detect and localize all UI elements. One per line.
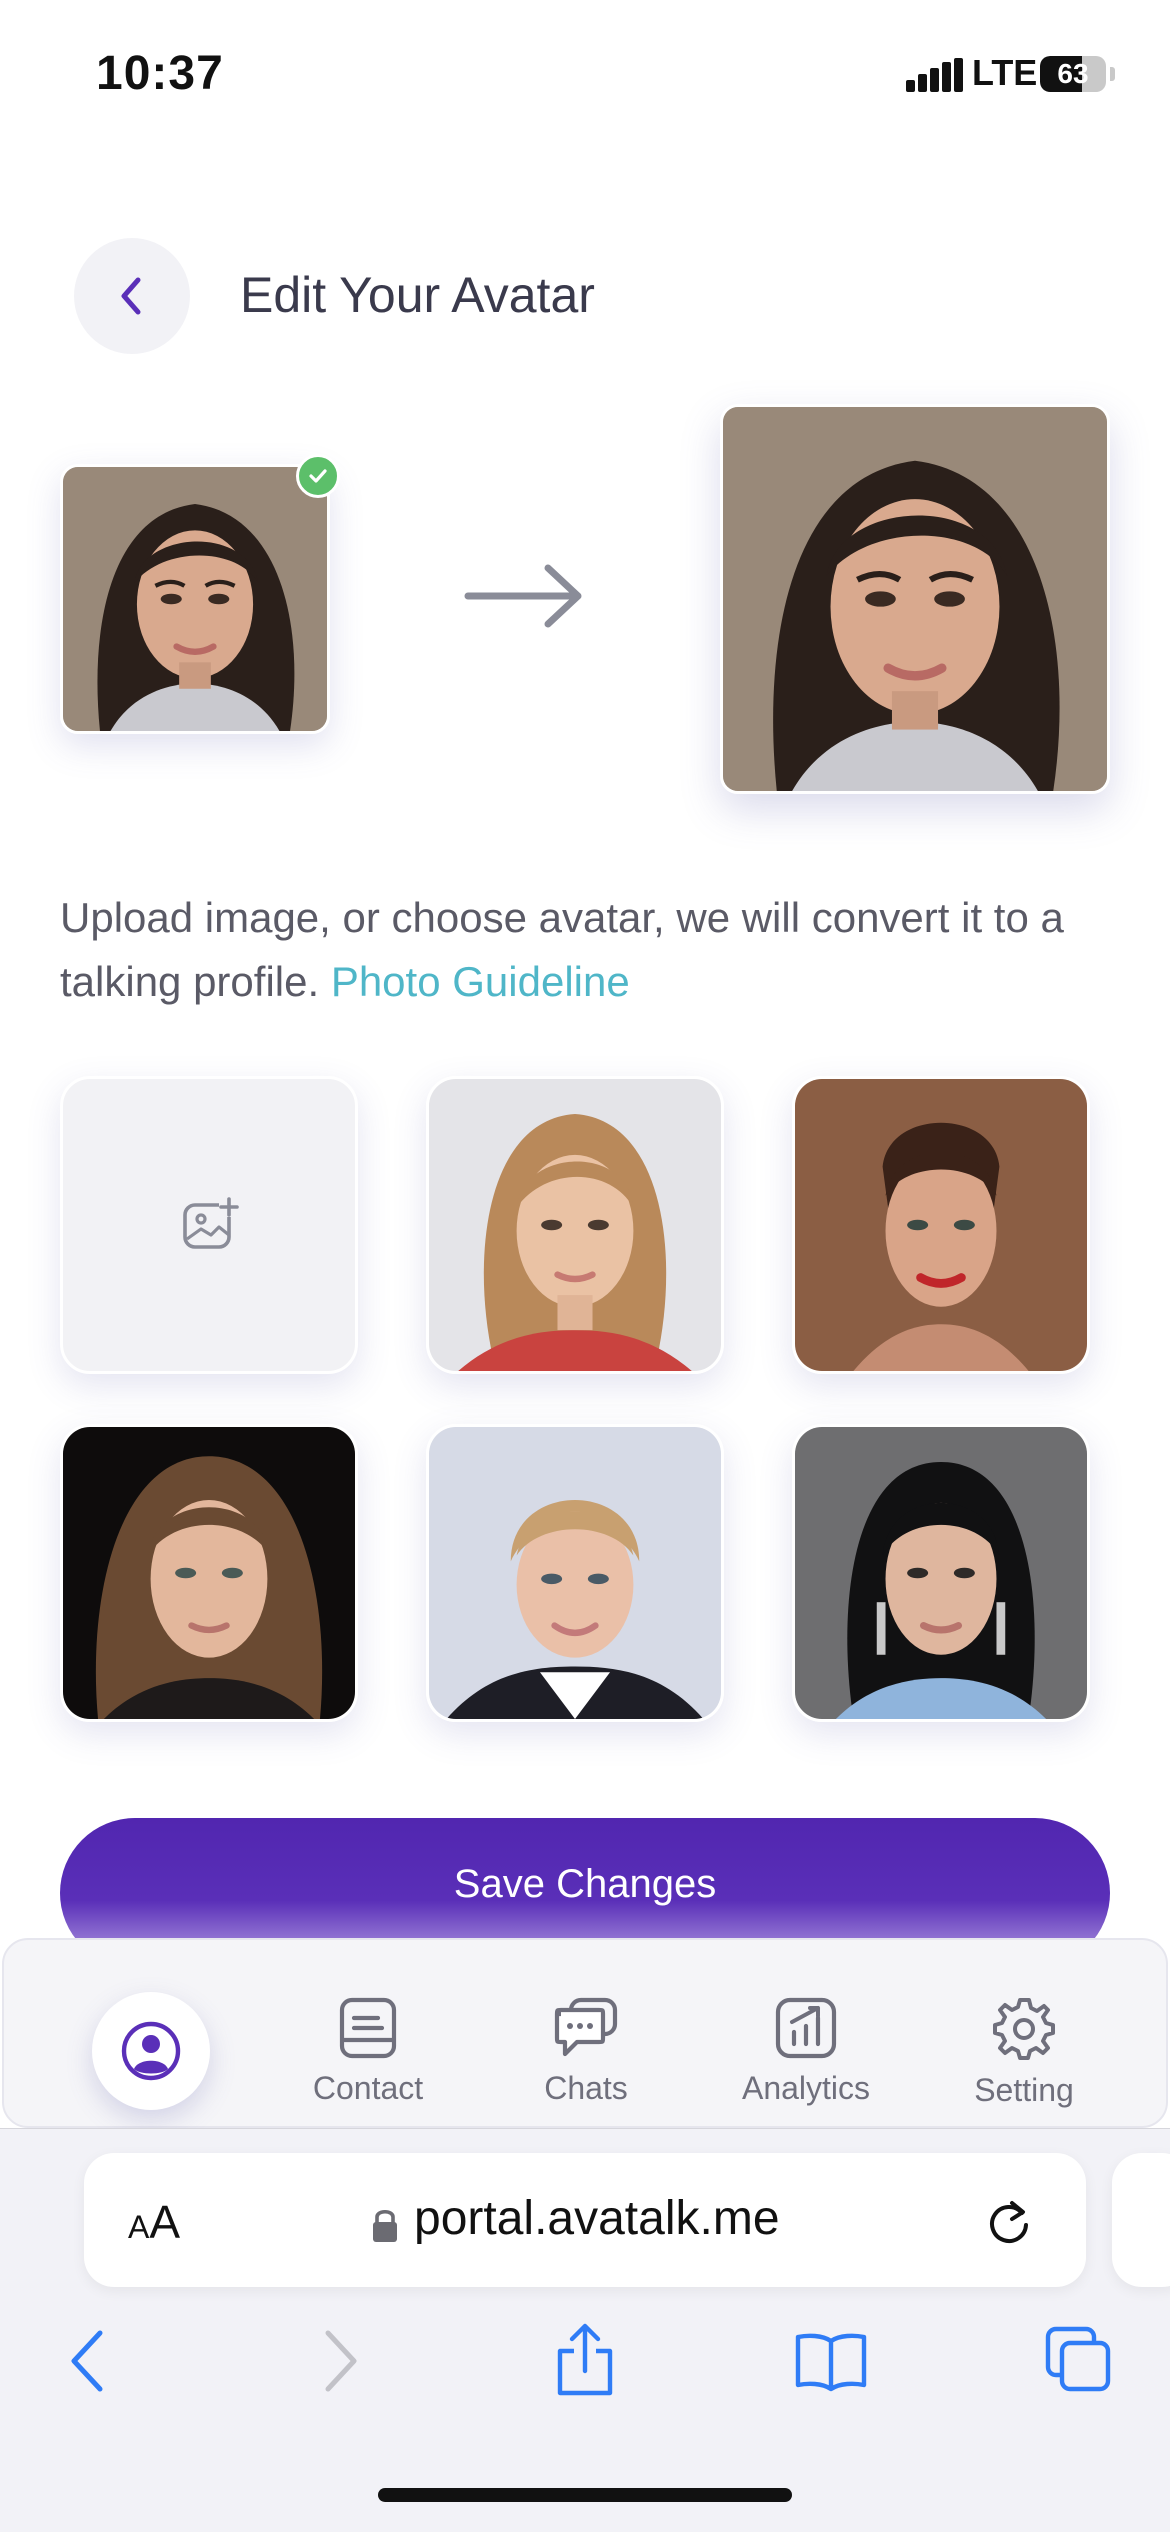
uploaded-photo[interactable] bbox=[60, 464, 330, 734]
browser-toolbar: AA portal.avatalk.me bbox=[0, 2128, 1170, 2532]
nav-label-setting: Setting bbox=[974, 2072, 1074, 2108]
text-size-button[interactable]: AA bbox=[128, 2195, 180, 2249]
nav-item-setting[interactable]: Setting bbox=[934, 1996, 1114, 2109]
avatar-option-2[interactable] bbox=[792, 1076, 1090, 1374]
bottom-navigation: Contact Chats Analytics Setting bbox=[2, 1938, 1168, 2128]
gear-icon bbox=[993, 1998, 1055, 2060]
avatar-option-3-image bbox=[63, 1427, 355, 1719]
battery-level: 63 bbox=[1057, 58, 1089, 89]
avatar-option-1[interactable] bbox=[426, 1076, 724, 1374]
image-add-icon bbox=[183, 1197, 239, 1249]
url-text: portal.avatalk.me bbox=[414, 2192, 780, 2245]
nav-label-contact: Contact bbox=[312, 2070, 424, 2106]
nav-item-profile[interactable] bbox=[92, 1992, 210, 2110]
back-button[interactable] bbox=[74, 238, 190, 354]
avatar-option-3[interactable] bbox=[60, 1424, 358, 1722]
battery-cap bbox=[1110, 67, 1115, 81]
nav-label-chats: Chats bbox=[544, 2070, 628, 2106]
browser-back-icon[interactable] bbox=[66, 2327, 110, 2395]
profile-icon bbox=[121, 2021, 181, 2081]
upload-image-tile[interactable] bbox=[60, 1076, 358, 1374]
status-time: 10:37 bbox=[96, 47, 224, 100]
browser-forward-icon[interactable] bbox=[318, 2327, 362, 2395]
share-icon[interactable] bbox=[552, 2321, 618, 2399]
network-type: LTE bbox=[972, 52, 1038, 93]
instructions-text: Upload image, or choose avatar, we will … bbox=[60, 886, 1120, 1014]
avatar-option-4-image bbox=[429, 1427, 721, 1719]
chevron-left-icon bbox=[121, 277, 141, 315]
avatar-option-5[interactable] bbox=[792, 1424, 1090, 1722]
page-title: Edit Your Avatar bbox=[240, 267, 595, 323]
lock-icon bbox=[373, 2209, 397, 2242]
uploaded-photo-image bbox=[63, 467, 327, 731]
avatar-option-4[interactable] bbox=[426, 1424, 724, 1722]
cellular-signal-icon bbox=[906, 58, 964, 92]
nav-item-contact[interactable]: Contact bbox=[278, 1996, 458, 2107]
bookmarks-icon[interactable] bbox=[794, 2329, 868, 2393]
nav-label-analytics: Analytics bbox=[741, 2070, 871, 2106]
nav-item-analytics[interactable]: Analytics bbox=[716, 1996, 896, 2107]
battery-icon: 63 bbox=[1040, 56, 1106, 92]
photo-guideline-link[interactable]: Photo Guideline bbox=[331, 958, 630, 1005]
status-bar: 10:37 LTE 63 bbox=[0, 0, 1170, 150]
contact-icon bbox=[339, 1997, 397, 2059]
nav-item-chats[interactable]: Chats bbox=[496, 1996, 676, 2107]
tabs-icon[interactable] bbox=[1044, 2325, 1114, 2395]
chats-icon bbox=[554, 1997, 618, 2057]
next-tab-peek[interactable] bbox=[1112, 2153, 1170, 2287]
analytics-icon bbox=[775, 1997, 837, 2059]
home-indicator bbox=[378, 2488, 792, 2502]
avatar-option-2-image bbox=[795, 1079, 1087, 1371]
address-bar[interactable]: AA portal.avatalk.me bbox=[84, 2153, 1086, 2287]
avatar-option-5-image bbox=[795, 1427, 1087, 1719]
arrow-right-icon bbox=[464, 564, 582, 628]
converted-avatar-image bbox=[723, 407, 1107, 791]
converted-avatar-preview bbox=[720, 404, 1110, 794]
check-icon bbox=[296, 454, 340, 498]
avatar-option-1-image bbox=[429, 1079, 721, 1371]
reload-icon[interactable] bbox=[984, 2195, 1034, 2249]
